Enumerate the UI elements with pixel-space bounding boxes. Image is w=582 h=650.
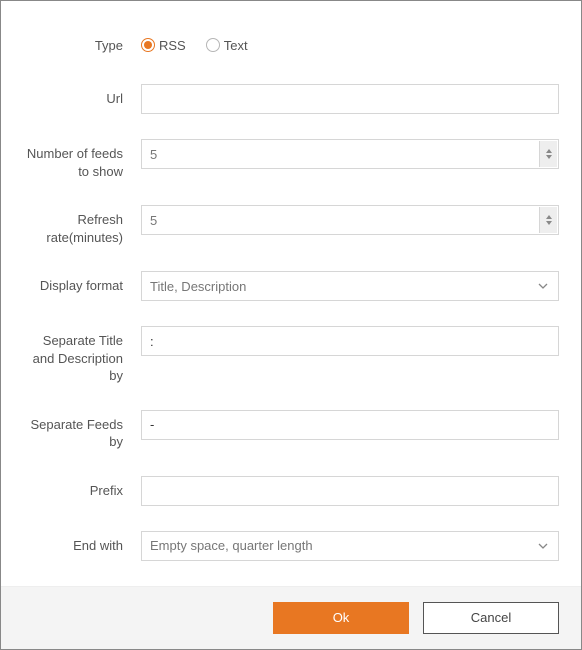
radio-label-text: Text bbox=[224, 38, 248, 53]
radio-dot-icon bbox=[144, 41, 152, 49]
label-refresh-rate: Refresh rate(minutes) bbox=[19, 205, 141, 246]
separate-title-desc-value: : bbox=[150, 334, 154, 349]
label-type: Type bbox=[19, 31, 141, 55]
dialog-button-bar: Ok Cancel bbox=[1, 586, 581, 649]
ok-button[interactable]: Ok bbox=[273, 602, 409, 634]
separate-title-desc-input[interactable]: : bbox=[141, 326, 559, 356]
field-separate-feeds: - bbox=[141, 410, 559, 440]
num-feeds-stepper[interactable]: 5 bbox=[141, 139, 559, 169]
type-radio-group: RSS Text bbox=[141, 38, 248, 53]
row-separate-title-desc: Separate Title and Description by : bbox=[19, 326, 559, 385]
label-url: Url bbox=[19, 84, 141, 108]
field-prefix bbox=[141, 476, 559, 506]
spin-buttons-icon[interactable] bbox=[539, 207, 557, 233]
label-end-with: End with bbox=[19, 531, 141, 555]
label-prefix: Prefix bbox=[19, 476, 141, 500]
url-input[interactable] bbox=[141, 84, 559, 114]
row-num-feeds: Number of feeds to show 5 bbox=[19, 139, 559, 180]
field-refresh-rate: 5 bbox=[141, 205, 559, 235]
radio-type-rss[interactable]: RSS bbox=[141, 38, 186, 53]
separate-feeds-value: - bbox=[150, 417, 154, 432]
display-format-select[interactable]: Title, Description bbox=[141, 271, 559, 301]
row-display-format: Display format Title, Description bbox=[19, 271, 559, 301]
prefix-input[interactable] bbox=[141, 476, 559, 506]
refresh-rate-value: 5 bbox=[150, 213, 157, 228]
ok-button-label: Ok bbox=[333, 610, 350, 625]
end-with-value: Empty space, quarter length bbox=[150, 538, 313, 553]
spin-buttons-icon[interactable] bbox=[539, 141, 557, 167]
label-separate-feeds: Separate Feeds by bbox=[19, 410, 141, 451]
label-display-format: Display format bbox=[19, 271, 141, 295]
radio-type-text[interactable]: Text bbox=[206, 38, 248, 53]
field-display-format: Title, Description bbox=[141, 271, 559, 301]
chevron-up-icon bbox=[546, 215, 552, 219]
refresh-rate-stepper[interactable]: 5 bbox=[141, 205, 559, 235]
chevron-down-icon bbox=[546, 221, 552, 225]
field-end-with: Empty space, quarter length bbox=[141, 531, 559, 561]
radio-label-rss: RSS bbox=[159, 38, 186, 53]
label-separate-title-desc: Separate Title and Description by bbox=[19, 326, 141, 385]
display-format-value: Title, Description bbox=[150, 279, 246, 294]
radio-circle-icon bbox=[206, 38, 220, 52]
label-num-feeds: Number of feeds to show bbox=[19, 139, 141, 180]
settings-form: Type RSS Text Url Number of feeds to bbox=[1, 1, 581, 586]
row-prefix: Prefix bbox=[19, 476, 559, 506]
chevron-up-icon bbox=[546, 149, 552, 153]
row-refresh-rate: Refresh rate(minutes) 5 bbox=[19, 205, 559, 246]
field-num-feeds: 5 bbox=[141, 139, 559, 169]
row-url: Url bbox=[19, 84, 559, 114]
row-end-with: End with Empty space, quarter length bbox=[19, 531, 559, 561]
end-with-select[interactable]: Empty space, quarter length bbox=[141, 531, 559, 561]
chevron-down-icon bbox=[538, 283, 548, 289]
row-separate-feeds: Separate Feeds by - bbox=[19, 410, 559, 451]
field-type: RSS Text bbox=[141, 31, 559, 59]
chevron-down-icon bbox=[538, 543, 548, 549]
row-type: Type RSS Text bbox=[19, 31, 559, 59]
cancel-button[interactable]: Cancel bbox=[423, 602, 559, 634]
cancel-button-label: Cancel bbox=[471, 610, 511, 625]
field-url bbox=[141, 84, 559, 114]
num-feeds-value: 5 bbox=[150, 147, 157, 162]
chevron-down-icon bbox=[546, 155, 552, 159]
separate-feeds-input[interactable]: - bbox=[141, 410, 559, 440]
field-separate-title-desc: : bbox=[141, 326, 559, 356]
radio-circle-icon bbox=[141, 38, 155, 52]
